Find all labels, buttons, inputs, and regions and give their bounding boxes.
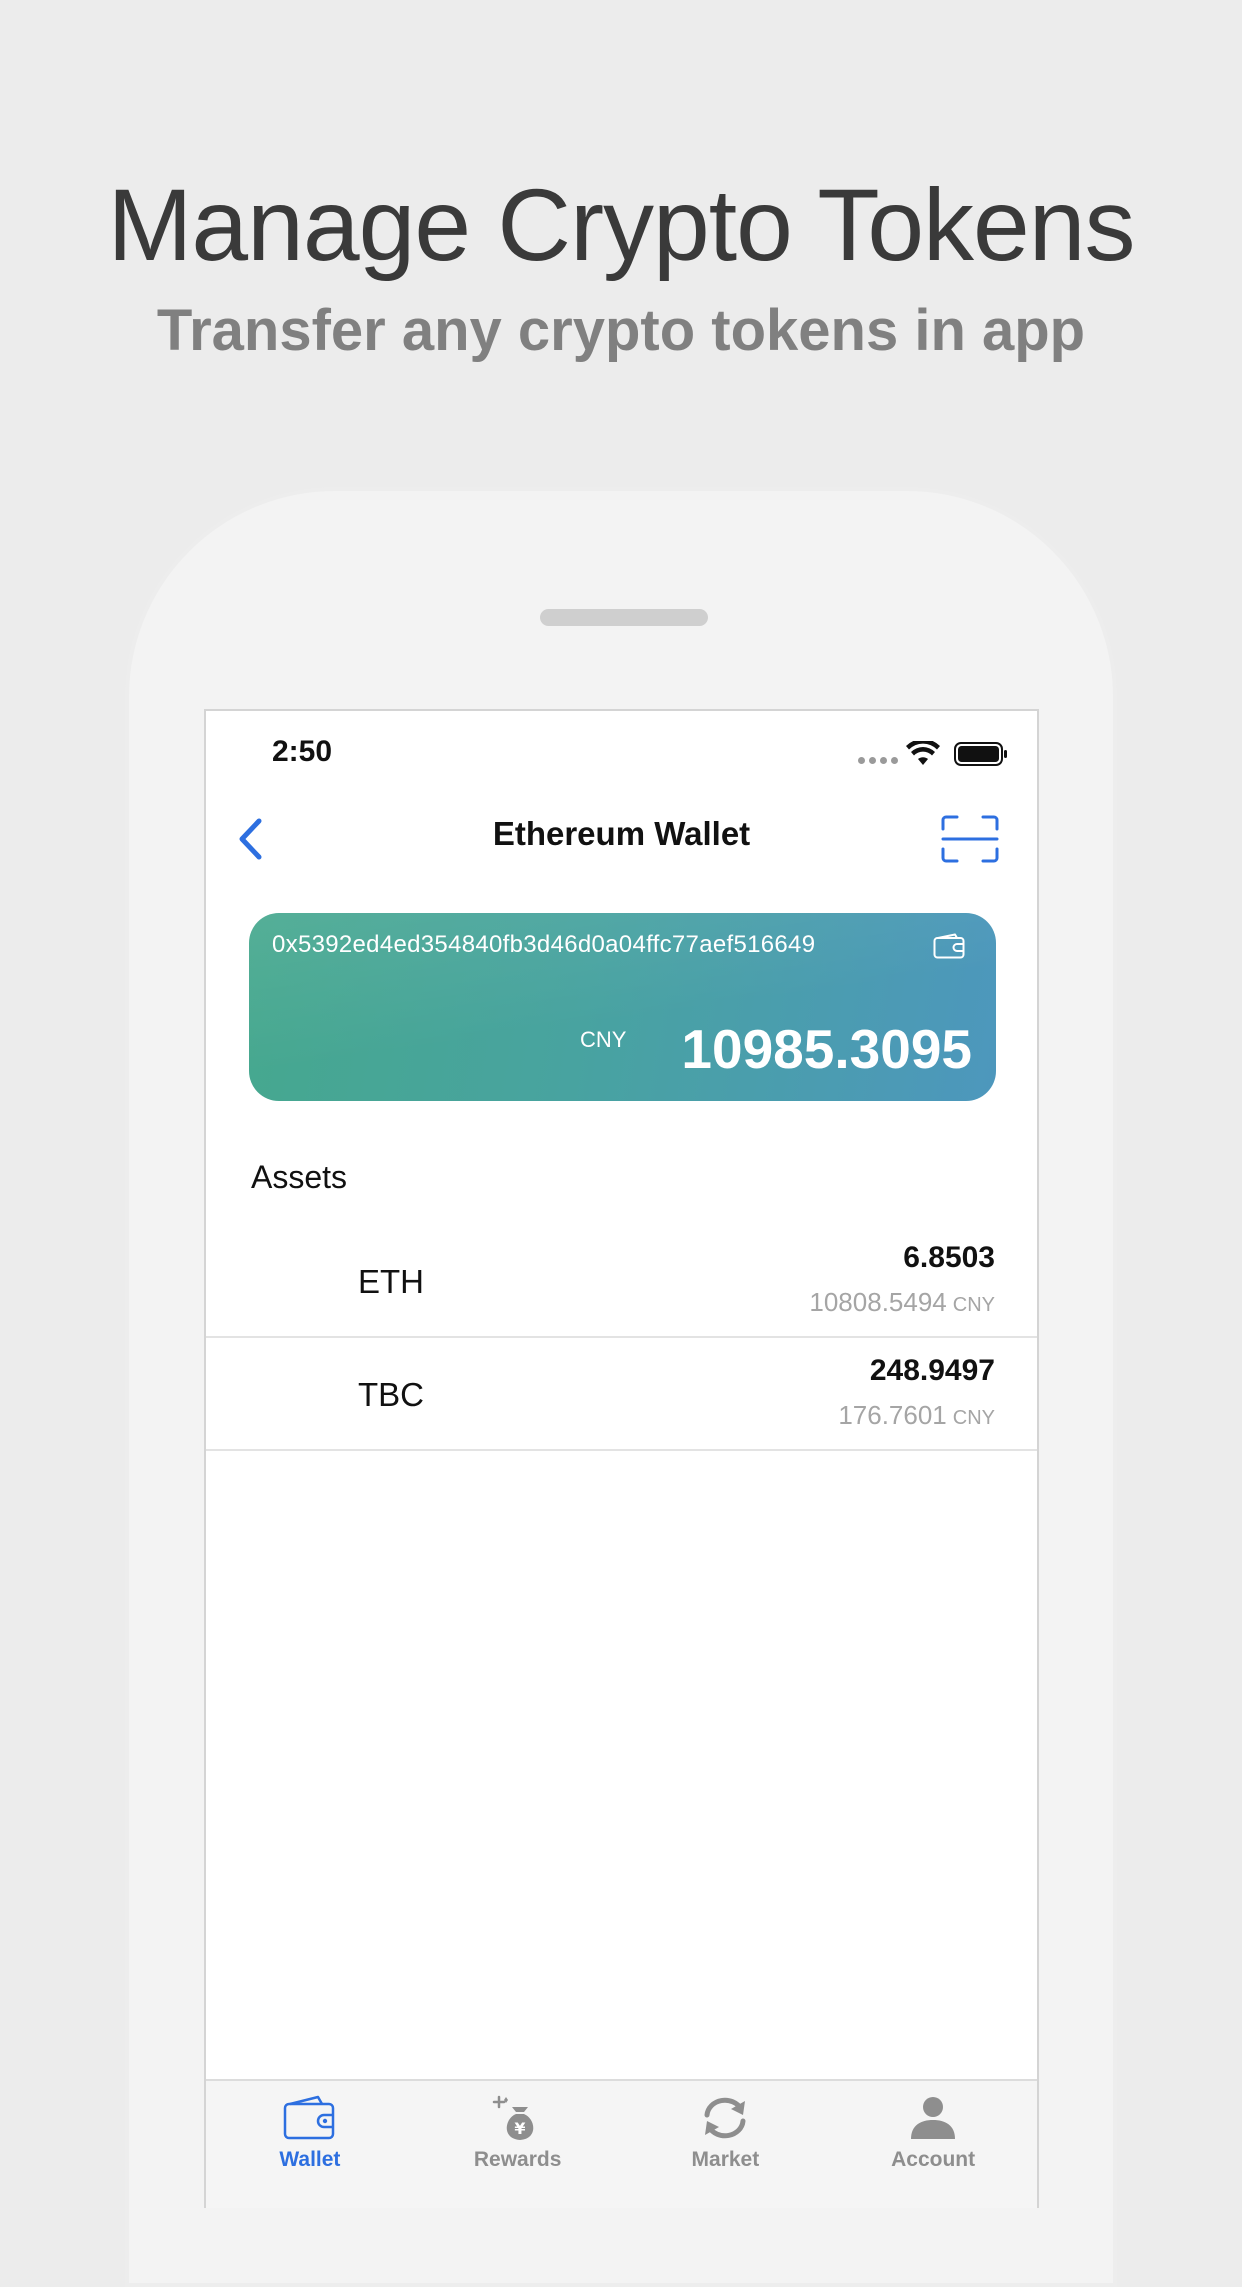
tab-rewards[interactable]: ¥ Rewards <box>414 2081 622 2208</box>
phone-speaker <box>540 609 708 626</box>
asset-value-unit: CNY <box>952 1294 995 1316</box>
signal-icon <box>858 757 898 765</box>
promo-headline: Manage Crypto Tokens <box>107 168 1135 282</box>
tab-wallet[interactable]: Wallet <box>206 2081 414 2208</box>
asset-row-tbc[interactable]: TBC 248.9497 176.7601 CNY <box>206 1338 1037 1451</box>
asset-value-number: 10808.5494 <box>809 1287 947 1317</box>
svg-text:¥: ¥ <box>514 2119 525 2138</box>
tab-label: Rewards <box>473 2148 562 2171</box>
asset-row-eth[interactable]: ETH 6.8503 10808.5494 CNY <box>206 1225 1037 1338</box>
wallet-icon[interactable] <box>933 933 965 959</box>
scan-qr-icon <box>941 815 999 863</box>
scan-button[interactable] <box>940 809 1000 869</box>
tab-label: Account <box>891 2148 976 2171</box>
battery-icon <box>954 742 1007 766</box>
wallet-card[interactable]: 0x5392ed4ed354840fb3d46d0a04ffc77aef5166… <box>249 913 996 1101</box>
asset-value-unit: CNY <box>952 1407 995 1429</box>
tab-account[interactable]: Account <box>829 2081 1037 2208</box>
money-bag-icon: ¥ <box>492 2095 533 2140</box>
app-screen: 2:50 Ethereum Wallet 0x5392ed4ed354840fb… <box>204 709 1039 2208</box>
assets-heading: Assets <box>251 1159 348 1195</box>
wallet-icon <box>283 2095 335 2140</box>
tab-market[interactable]: Market <box>622 2081 830 2208</box>
promo-subline: Transfer any crypto tokens in app <box>156 298 1086 363</box>
tab-bar: Wallet ¥ Rewards Market Account <box>206 2079 1037 2208</box>
refresh-icon <box>704 2097 746 2139</box>
asset-amount: 6.8503 <box>903 1241 995 1274</box>
page-title: Ethereum Wallet <box>492 815 751 852</box>
asset-amount: 248.9497 <box>869 1354 995 1387</box>
tab-label: Wallet <box>279 2148 341 2171</box>
wallet-address[interactable]: 0x5392ed4ed354840fb3d46d0a04ffc77aef5166… <box>272 931 815 959</box>
asset-value: 176.7601 CNY <box>838 1400 995 1431</box>
asset-symbol: TBC <box>358 1376 424 1413</box>
balance-currency: CNY <box>580 1027 627 1052</box>
balance-amount: 10985.3095 <box>681 1018 972 1080</box>
status-time: 2:50 <box>272 735 333 768</box>
asset-value-number: 176.7601 <box>838 1400 947 1430</box>
wifi-icon <box>906 741 940 765</box>
tab-label: Market <box>691 2148 760 2171</box>
asset-value: 10808.5494 CNY <box>809 1287 995 1318</box>
asset-symbol: ETH <box>358 1263 424 1300</box>
person-icon <box>911 2097 956 2139</box>
